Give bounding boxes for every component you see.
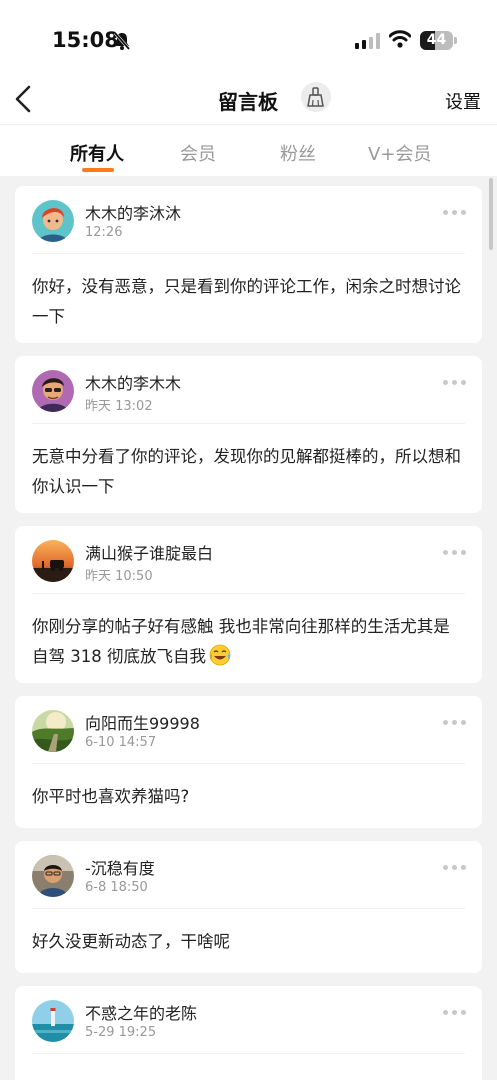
more-options-icon[interactable] [443,380,467,386]
message-text: 你刚分享的帖子好有感触 我也非常向往那样的生活尤其是自驾 318 彻底放飞自我 [32,612,462,672]
filter-tabs: 所有人 会员 粉丝 V+会员 [0,124,497,176]
page-title: 留言板 [218,90,278,114]
more-options-icon[interactable] [443,210,467,216]
tab-vplus-members[interactable]: V+会员 [368,140,431,166]
avatar[interactable] [32,200,74,242]
username: -沉稳有度 [85,859,155,878]
message-text-body: 你刚分享的帖子好有感触 我也非常向往那样的生活尤其是自驾 318 彻底放飞自我 [32,617,450,666]
navigation-bar: 留言板 设置 [0,76,497,124]
username: 满山猴子谁腚最白 [85,544,214,563]
active-tab-indicator [82,168,114,172]
message-text: 你好，没有恶意，只是看到你的评论工作，闲余之时想讨论一下 [32,277,461,326]
laughing-crying-emoji-icon [209,644,231,666]
username: 木木的李木木 [85,374,182,393]
message-time: 昨天 13:02 [85,399,153,414]
avatar[interactable] [32,370,74,412]
tab-all[interactable]: 所有人 [70,140,124,166]
broom-icon [307,87,324,107]
tab-members[interactable]: 会员 [180,140,216,166]
message-card[interactable]: 向阳而生99998 6-10 14:57 你平时也喜欢养猫吗? [15,696,482,828]
avatar[interactable] [32,710,74,752]
settings-button[interactable]: 设置 [445,88,481,114]
message-text: 无意中分看了你的评论，发现你的见解都挺棒的，所以想和你认识一下 [32,447,461,496]
more-options-icon[interactable] [443,865,467,871]
username: 向阳而生99998 [85,714,200,733]
divider [32,763,465,764]
back-button[interactable] [12,84,36,114]
divider [32,593,465,594]
message-card[interactable]: 木木的李木木 昨天 13:02 无意中分看了你的评论，发现你的见解都挺棒的，所以… [15,356,482,513]
status-bar: 15:08 44 [0,0,497,76]
message-time: 6-10 14:57 [85,735,157,750]
message-time: 昨天 10:50 [85,569,153,584]
avatar[interactable] [32,855,74,897]
message-time: 6-8 18:50 [85,880,148,895]
divider [32,423,465,424]
message-time: 5-29 19:25 [85,1025,157,1040]
message-text: 你平时也喜欢养猫吗? [32,787,190,806]
more-options-icon[interactable] [443,1010,467,1016]
status-time: 15:08 [52,28,119,52]
message-card[interactable]: 满山猴子谁腚最白 昨天 10:50 你刚分享的帖子好有感触 我也非常向往那样的生… [15,526,482,683]
avatar[interactable] [32,1000,74,1042]
divider [32,253,465,254]
scrollbar[interactable] [489,178,493,250]
username: 不惑之年的老陈 [85,1004,198,1023]
message-card[interactable]: 木木的李沐沐 12:26 你好，没有恶意，只是看到你的评论工作，闲余之时想讨论一… [15,186,482,343]
message-card[interactable]: 不惑之年的老陈 5-29 19:25 [15,986,482,1080]
battery-icon: 44 [420,31,453,50]
message-time: 12:26 [85,225,123,240]
bell-muted-icon [113,31,131,55]
more-options-icon[interactable] [443,550,467,556]
username: 木木的李沐沐 [85,204,182,223]
message-list[interactable]: 木木的李沐沐 12:26 你好，没有恶意，只是看到你的评论工作，闲余之时想讨论一… [0,176,497,1080]
cellular-signal-icon [355,33,381,53]
more-options-icon[interactable] [443,720,467,726]
divider [32,1053,465,1054]
message-text: 好久没更新动态了，干啥呢 [32,932,230,951]
message-card[interactable]: -沉稳有度 6-8 18:50 好久没更新动态了，干啥呢 [15,841,482,973]
battery-level: 44 [426,32,447,48]
wifi-icon [388,30,412,52]
clean-broom-button[interactable] [301,82,331,112]
avatar[interactable] [32,540,74,582]
divider [32,908,465,909]
tab-fans[interactable]: 粉丝 [280,140,316,166]
